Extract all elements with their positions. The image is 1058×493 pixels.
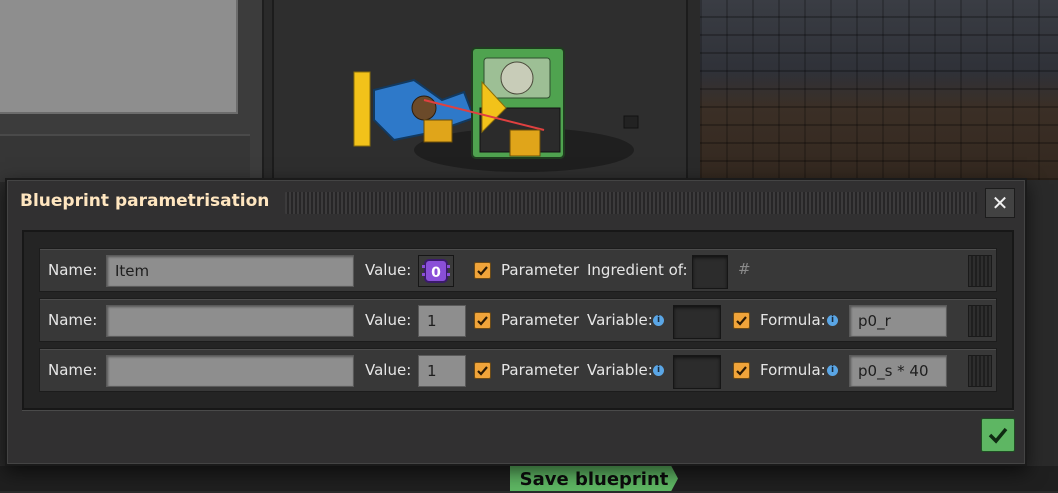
parameter-row: Name: Value: 1 Parameter Variable: i For…	[39, 298, 997, 342]
name-label: Name:	[48, 261, 98, 279]
info-icon[interactable]: i	[827, 315, 838, 326]
variable-label: Variable:	[587, 361, 653, 379]
checkmark-icon	[477, 316, 488, 326]
checkmark-icon	[736, 316, 747, 326]
close-button[interactable]: ✕	[985, 188, 1015, 218]
ingredient-of-slot[interactable]	[692, 255, 728, 289]
parameter-label: Parameter	[501, 311, 580, 329]
hash-icon: #	[738, 260, 751, 278]
row-drag-handle[interactable]	[968, 305, 992, 337]
dialog-title: Blueprint parametrisation	[20, 191, 270, 211]
row-drag-handle[interactable]	[968, 255, 992, 287]
parameter-label: Parameter	[501, 361, 580, 379]
row-drag-handle[interactable]	[968, 355, 992, 387]
info-icon[interactable]: i	[827, 365, 838, 376]
background-panel-area	[0, 0, 238, 114]
value-label: Value:	[365, 361, 412, 379]
info-icon[interactable]: i	[653, 315, 664, 326]
name-input[interactable]	[106, 305, 354, 337]
inserter-assembler-preview-image	[353, 47, 639, 172]
variable-slot[interactable]	[673, 305, 721, 339]
formula-checkbox[interactable]	[733, 362, 750, 379]
name-label: Name:	[48, 361, 98, 379]
parameter-0-icon: 0	[422, 259, 450, 283]
checkmark-icon	[988, 427, 1008, 444]
parameter-checkbox[interactable]	[474, 262, 491, 279]
value-label: Value:	[365, 311, 412, 329]
background-panel	[0, 0, 264, 182]
blueprint-parametrisation-dialog: Blueprint parametrisation ✕ Name: Item V…	[5, 178, 1027, 466]
variable-slot[interactable]	[673, 355, 721, 389]
parameter-checkbox[interactable]	[474, 362, 491, 379]
value-slot[interactable]: 0	[418, 255, 454, 287]
value-input[interactable]: 1	[418, 305, 466, 337]
checkmark-icon	[477, 266, 488, 276]
checkmark-icon	[477, 366, 488, 376]
variable-label: Variable:	[587, 311, 653, 329]
parameter-checkbox[interactable]	[474, 312, 491, 329]
name-label: Name:	[48, 311, 98, 329]
value-display: 0	[431, 265, 441, 281]
parameter-row: Name: Item Value: 0 Parameter Ingredient…	[39, 248, 997, 292]
close-icon: ✕	[991, 191, 1009, 215]
ingredient-of-label: Ingredient of:	[587, 261, 688, 279]
blueprint-preview	[272, 0, 688, 180]
game-world	[700, 0, 1058, 180]
parameters-list: Name: Item Value: 0 Parameter Ingredient…	[22, 230, 1014, 410]
formula-label: Formula:	[760, 361, 826, 379]
dialog-titlebar: Blueprint parametrisation ✕	[7, 180, 1025, 226]
formula-input[interactable]: p0_s * 40	[849, 355, 947, 387]
name-input[interactable]: Item	[106, 255, 354, 287]
parameter-row: Name: Value: 1 Parameter Variable: i For…	[39, 348, 997, 392]
formula-label: Formula:	[760, 311, 826, 329]
formula-checkbox[interactable]	[733, 312, 750, 329]
name-input[interactable]	[106, 355, 354, 387]
save-blueprint-button[interactable]: Save blueprint	[510, 466, 678, 491]
parameter-label: Parameter	[501, 261, 580, 279]
formula-input[interactable]: p0_r	[849, 305, 947, 337]
value-label: Value:	[365, 261, 412, 279]
value-input[interactable]: 1	[418, 355, 466, 387]
checkmark-icon	[736, 366, 747, 376]
background-panel-slot	[0, 134, 250, 182]
dialog-drag-handle[interactable]	[285, 192, 977, 214]
info-icon[interactable]: i	[653, 365, 664, 376]
confirm-button[interactable]	[981, 418, 1015, 452]
